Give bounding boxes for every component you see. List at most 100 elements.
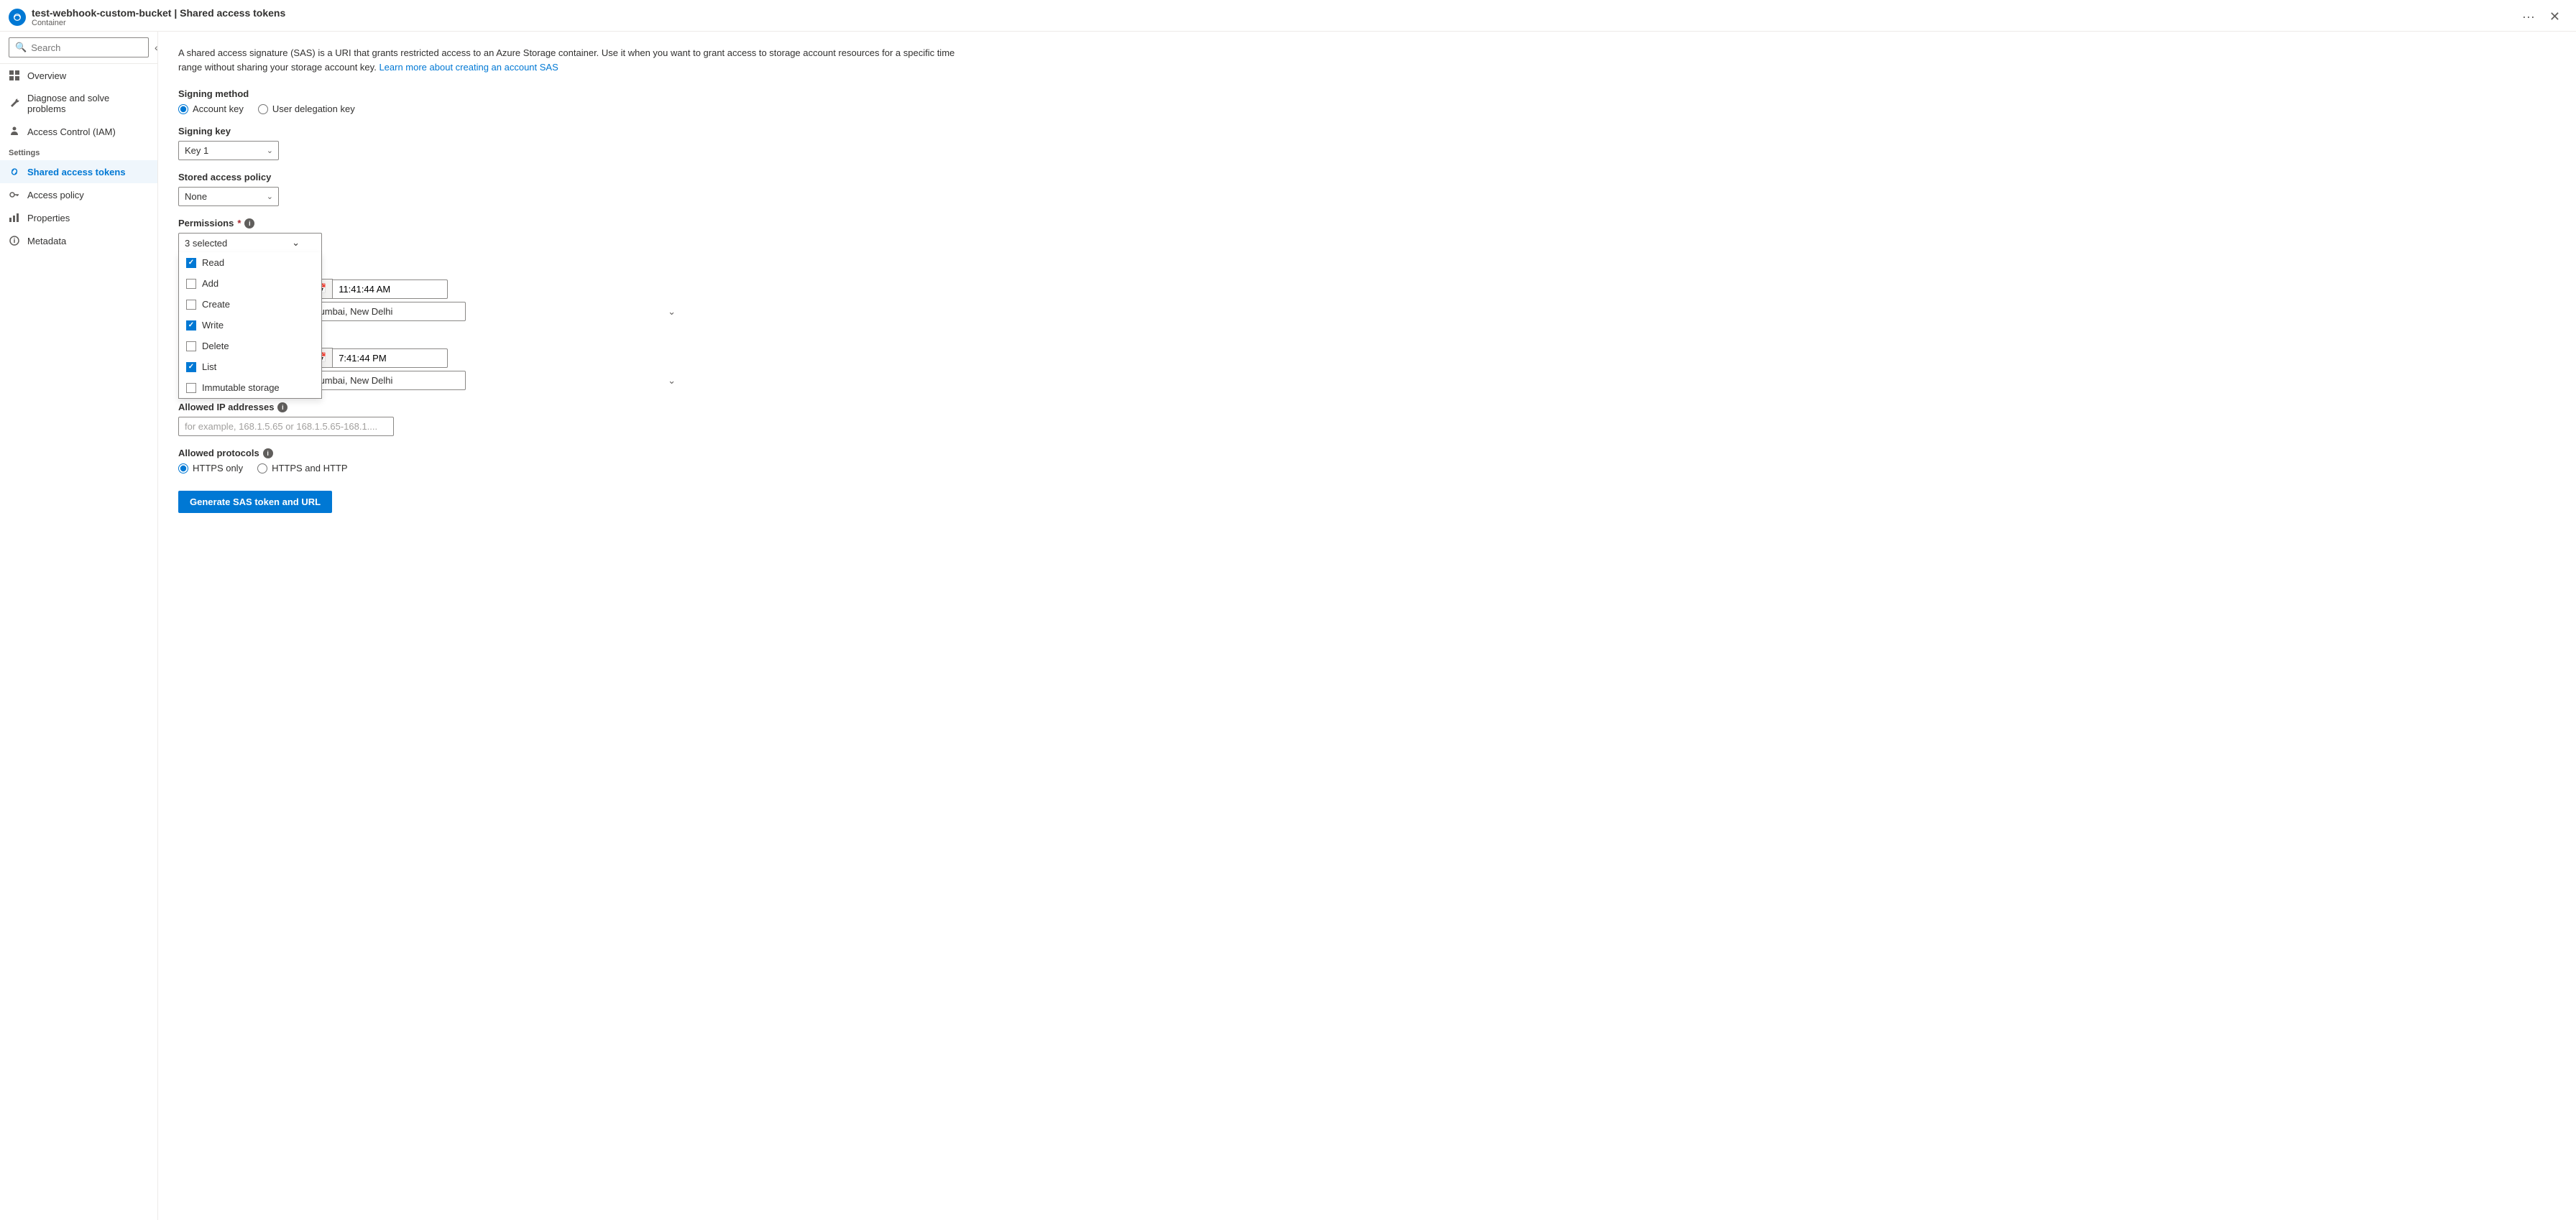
person-icon (9, 126, 20, 137)
permissions-group: Permissions * i 3 selected ⌄ Read (178, 218, 681, 252)
allowed-protocols-group: Allowed protocols i HTTPS only HTTPS and… (178, 448, 681, 473)
signing-key-select[interactable]: Key 1 Key 2 (178, 141, 279, 160)
perm-label-list: List (202, 361, 216, 372)
https-only-radio[interactable] (178, 463, 188, 473)
signing-key-select-wrapper: Key 1 Key 2 ⌄ (178, 141, 279, 160)
perm-label-read: Read (202, 257, 224, 268)
perm-checkbox-create[interactable] (186, 300, 196, 310)
perm-checkbox-delete[interactable] (186, 341, 196, 351)
stored-access-policy-group: Stored access policy None ⌄ (178, 172, 681, 206)
sidebar: 🔍 « Overview Diagnose and solve problems… (0, 32, 158, 1220)
stored-access-policy-select[interactable]: None (178, 187, 279, 206)
allowed-ip-group: Allowed IP addresses i (178, 402, 681, 436)
user-delegation-key-label: User delegation key (272, 103, 355, 114)
required-star: * (237, 218, 241, 228)
info-icon (9, 235, 20, 246)
search-icon: 🔍 (15, 42, 27, 53)
perm-checkbox-write[interactable] (186, 320, 196, 331)
allowed-ip-label: Allowed IP addresses i (178, 402, 681, 412)
perm-checkbox-immutable-storage[interactable] (186, 383, 196, 393)
sidebar-item-access-policy[interactable]: Access policy (0, 183, 157, 206)
https-only-label: HTTPS only (193, 463, 243, 473)
grid-icon (9, 70, 20, 81)
start-time-input[interactable] (333, 279, 448, 299)
search-input[interactable] (31, 42, 157, 53)
main-content: A shared access signature (SAS) is a URI… (158, 32, 2576, 1220)
collapse-sidebar-button[interactable]: « (153, 40, 158, 55)
perm-item-immutable-storage[interactable]: Immutable storage (179, 377, 321, 398)
sidebar-item-access-policy-label: Access policy (27, 190, 84, 200)
signing-key-group: Signing key Key 1 Key 2 ⌄ (178, 126, 681, 160)
allowed-ip-info-icon: i (277, 402, 288, 412)
https-and-http-option[interactable]: HTTPS and HTTP (257, 463, 347, 473)
cloud-icon (9, 9, 26, 26)
sidebar-item-access-control-label: Access Control (IAM) (27, 126, 116, 137)
user-delegation-key-radio[interactable] (258, 104, 268, 114)
permissions-chevron-icon: ⌄ (292, 237, 300, 249)
header-title-group: test-webhook-custom-bucket | Shared acce… (32, 7, 285, 27)
https-only-option[interactable]: HTTPS only (178, 463, 243, 473)
perm-label-delete: Delete (202, 341, 229, 351)
user-delegation-key-option[interactable]: User delegation key (258, 103, 355, 114)
perm-item-create[interactable]: Create (179, 294, 321, 315)
wrench-icon (9, 98, 20, 109)
sidebar-item-diagnose-label: Diagnose and solve problems (27, 93, 149, 114)
permissions-info-icon: i (244, 218, 254, 228)
allowed-ip-input[interactable] (178, 417, 394, 436)
perm-item-write[interactable]: Write (179, 315, 321, 336)
sidebar-item-properties[interactable]: Properties (0, 206, 157, 229)
chart-icon (9, 212, 20, 223)
learn-more-link[interactable]: Learn more about creating an account SAS (379, 62, 558, 73)
perm-checkbox-list[interactable] (186, 362, 196, 372)
generate-sas-button[interactable]: Generate SAS token and URL (178, 491, 332, 513)
expiry-time-input[interactable] (333, 348, 448, 368)
account-key-option[interactable]: Account key (178, 103, 244, 114)
perm-label-add: Add (202, 278, 218, 289)
sidebar-item-access-control[interactable]: Access Control (IAM) (0, 120, 157, 143)
account-key-radio[interactable] (178, 104, 188, 114)
perm-label-write: Write (202, 320, 224, 331)
perm-label-immutable-storage: Immutable storage (202, 382, 280, 393)
close-button[interactable]: ✕ (2545, 8, 2564, 26)
settings-section-label: Settings (0, 143, 157, 160)
sidebar-item-metadata[interactable]: Metadata (0, 229, 157, 252)
protocol-radio-group: HTTPS only HTTPS and HTTP (178, 463, 681, 473)
perm-label-create: Create (202, 299, 230, 310)
sidebar-item-metadata-label: Metadata (27, 236, 66, 246)
stored-access-policy-select-wrapper: None ⌄ (178, 187, 279, 206)
perm-checkbox-read[interactable] (186, 258, 196, 268)
permissions-dropdown-container: 3 selected ⌄ Read Add (178, 233, 681, 252)
sidebar-item-diagnose[interactable]: Diagnose and solve problems (0, 87, 157, 120)
perm-item-add[interactable]: Add (179, 273, 321, 294)
perm-item-delete[interactable]: Delete (179, 336, 321, 356)
key-icon (9, 189, 20, 200)
layout: 🔍 « Overview Diagnose and solve problems… (0, 32, 2576, 1220)
header-left: test-webhook-custom-bucket | Shared acce… (9, 7, 285, 27)
link-icon (9, 166, 20, 177)
https-and-http-label: HTTPS and HTTP (272, 463, 347, 473)
stored-access-policy-label: Stored access policy (178, 172, 681, 182)
permissions-dropdown-button[interactable]: 3 selected ⌄ (178, 233, 322, 252)
sidebar-search-container: 🔍 « (0, 32, 157, 64)
signing-method-label: Signing method (178, 88, 681, 99)
form-section: Signing method Account key User delegati… (178, 88, 681, 513)
https-and-http-radio[interactable] (257, 463, 267, 473)
search-input-wrapper[interactable]: 🔍 (9, 37, 149, 57)
header: test-webhook-custom-bucket | Shared acce… (0, 0, 2576, 32)
perm-item-list[interactable]: List (179, 356, 321, 377)
sidebar-item-shared-access-tokens[interactable]: Shared access tokens (0, 160, 157, 183)
sidebar-item-overview[interactable]: Overview (0, 64, 157, 87)
signing-method-radio-group: Account key User delegation key (178, 103, 681, 114)
permissions-selected-text: 3 selected (185, 238, 227, 249)
permissions-label: Permissions * i (178, 218, 681, 228)
more-button[interactable]: ··· (2518, 8, 2539, 26)
signing-method-group: Signing method Account key User delegati… (178, 88, 681, 114)
header-subtitle: Container (32, 19, 285, 27)
allowed-protocols-label: Allowed protocols i (178, 448, 681, 458)
account-key-label: Account key (193, 103, 244, 114)
perm-item-read[interactable]: Read (179, 252, 321, 273)
perm-checkbox-add[interactable] (186, 279, 196, 289)
search-row: 🔍 « (9, 37, 149, 57)
sidebar-item-overview-label: Overview (27, 70, 66, 81)
signing-key-label: Signing key (178, 126, 681, 137)
